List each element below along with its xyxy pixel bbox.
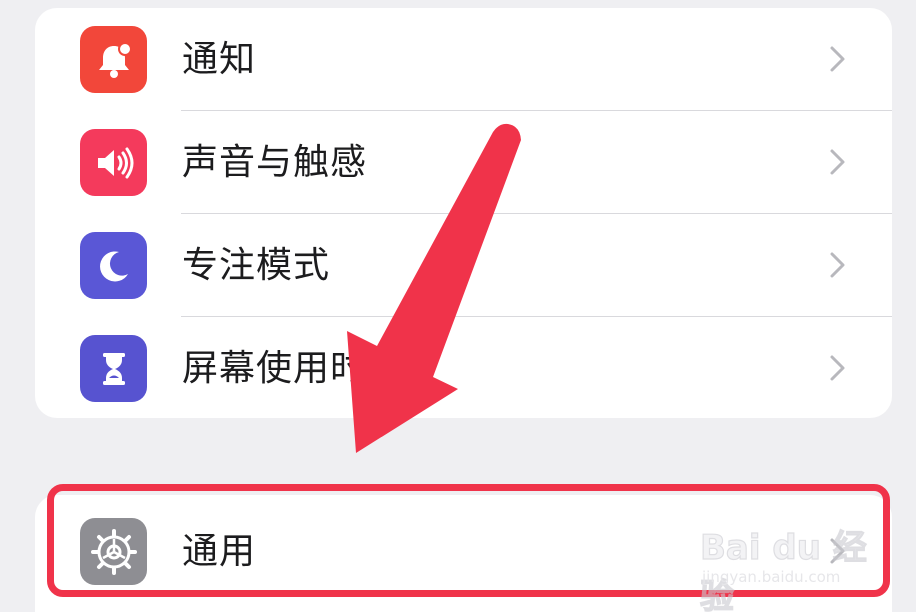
chevron-right-icon [830, 149, 845, 175]
settings-row-general[interactable]: 通用 [35, 500, 892, 603]
settings-row-label: 专注模式 [182, 245, 331, 286]
settings-row-screen-time[interactable]: 屏幕使用时间 [35, 317, 892, 418]
settings-row-sounds-haptics[interactable]: 声音与触感 [35, 111, 892, 214]
speaker-sound-icon [80, 129, 147, 196]
settings-row-label: 通用 [182, 531, 257, 572]
settings-screen: 通知 声音与触感 专注模式 屏幕使用时间 通用 Bai du 经验 jingya… [0, 0, 916, 612]
chevron-right-icon [830, 538, 845, 564]
hourglass-icon [80, 335, 147, 402]
settings-group-2: 通用 [35, 495, 892, 612]
settings-row-focus[interactable]: 专注模式 [35, 214, 892, 317]
notification-bell-icon [80, 26, 147, 93]
moon-icon [80, 232, 147, 299]
chevron-right-icon [830, 252, 845, 278]
settings-row-label: 声音与触感 [182, 142, 368, 183]
chevron-right-icon [830, 46, 845, 72]
settings-row-label: 通知 [182, 39, 257, 80]
settings-row-notifications[interactable]: 通知 [35, 8, 892, 111]
chevron-right-icon [830, 355, 845, 381]
gear-icon [80, 518, 147, 585]
settings-group-1: 通知 声音与触感 专注模式 屏幕使用时间 [35, 8, 892, 418]
settings-row-label: 屏幕使用时间 [182, 348, 405, 389]
